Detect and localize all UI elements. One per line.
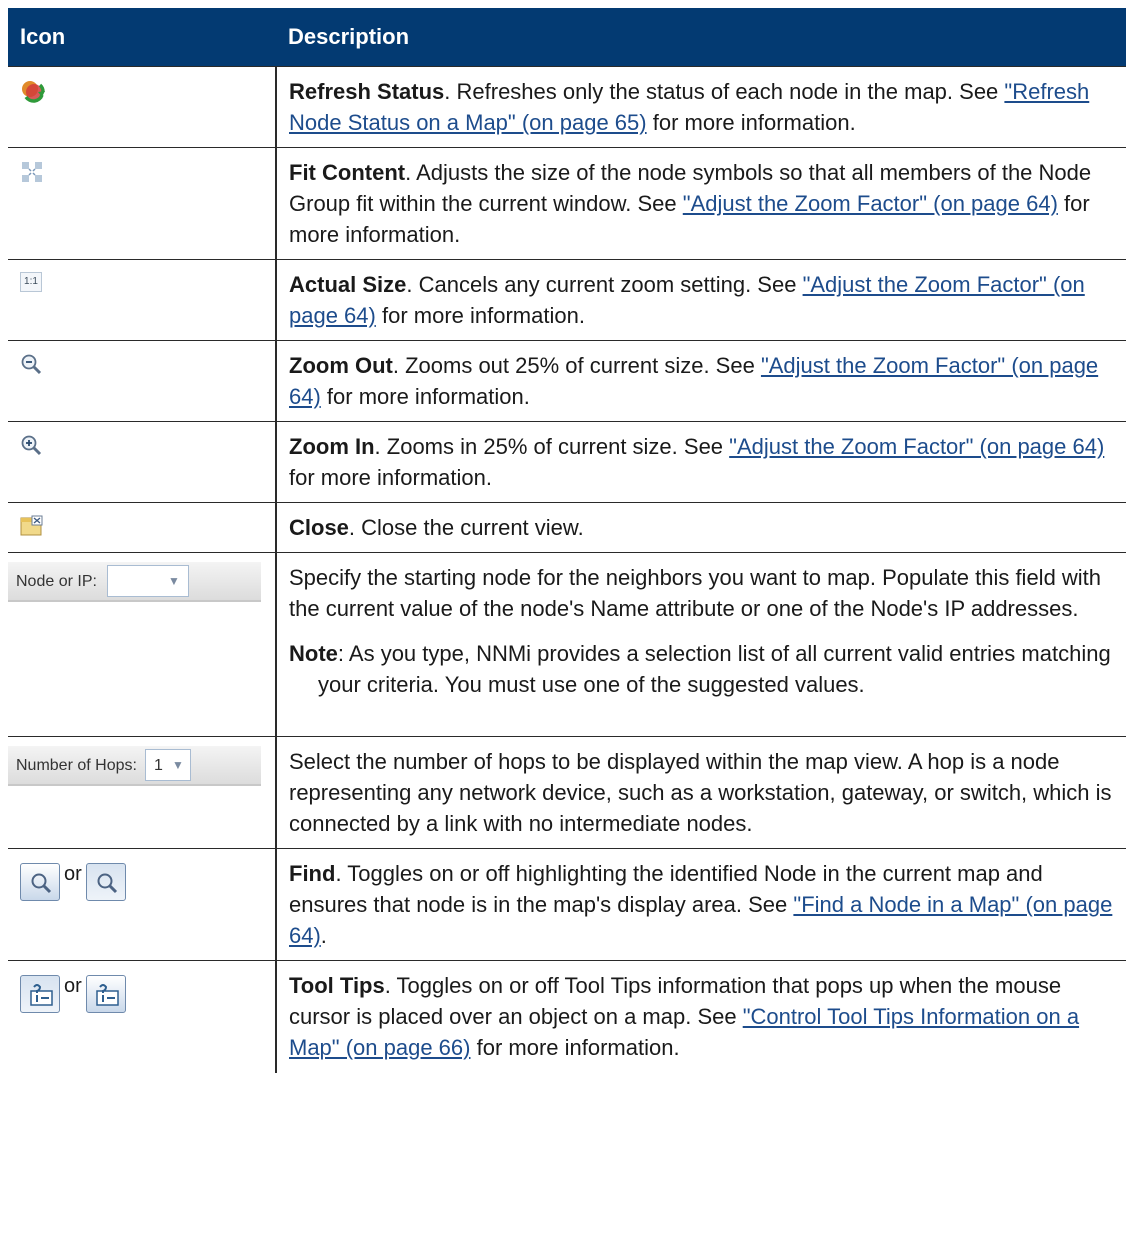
- tool-tips-after: for more information.: [470, 1035, 680, 1060]
- number-of-hops-label: Number of Hops:: [16, 756, 137, 774]
- fit-content-icon: [20, 160, 44, 184]
- actual-size-text: . Cancels any current zoom setting. See: [406, 272, 803, 297]
- chevron-down-icon[interactable]: ▼: [172, 750, 184, 781]
- refresh-status-title: Refresh Status: [289, 79, 445, 104]
- zoom-in-after: for more information.: [289, 465, 492, 490]
- icon-column-header: Icon: [8, 8, 276, 67]
- zoom-in-text: . Zooms in 25% of current size. See: [374, 434, 730, 459]
- node-or-ip-description: Specify the starting node for the neighb…: [276, 552, 1126, 737]
- node-or-ip-control: Node or IP: ▼: [8, 562, 261, 602]
- table-row: Number of Hops: 1 ▼ Select the number of…: [8, 736, 1126, 849]
- table-header-row: Icon Description: [8, 8, 1126, 67]
- number-of-hops-value: 1: [153, 756, 163, 774]
- actual-size-after: for more information.: [375, 303, 585, 328]
- zoom-out-after: for more information.: [320, 384, 530, 409]
- zoom-out-text: . Zooms out 25% of current size. See: [392, 353, 761, 378]
- find-title: Find: [289, 861, 336, 886]
- zoom-in-icon: [20, 434, 44, 458]
- table-row: or Find. Toggles on or off highlighting …: [8, 848, 1126, 961]
- tooltip-icon: [30, 984, 53, 1006]
- number-of-hops-description: Select the number of hops to be displaye…: [276, 736, 1126, 849]
- node-or-ip-note: Note: As you type, NNMi provides a selec…: [289, 638, 1124, 700]
- table-row: Close. Close the current view.: [8, 502, 1126, 553]
- table-row: 1:1 Actual Size. Cancels any current zoo…: [8, 259, 1126, 341]
- table-row: Refresh Status. Refreshes only the statu…: [8, 66, 1126, 148]
- node-or-ip-text: Specify the starting node for the neighb…: [289, 565, 1102, 621]
- adjust-zoom-factor-link[interactable]: "Adjust the Zoom Factor" (on page 64): [729, 434, 1104, 459]
- close-title: Close: [289, 515, 349, 540]
- zoom-out-icon: [20, 353, 44, 377]
- find-button[interactable]: [20, 863, 60, 901]
- table-row: Fit Content. Adjusts the size of the nod…: [8, 147, 1126, 260]
- actual-size-icon: 1:1: [20, 272, 42, 292]
- find-description: Find. Toggles on or off highlighting the…: [276, 848, 1126, 961]
- description-column-header: Description: [276, 8, 1126, 67]
- close-view-icon: [20, 515, 44, 539]
- tool-tips-description: Tool Tips. Toggles on or off Tool Tips i…: [276, 960, 1126, 1073]
- note-text: : As you type, NNMi provides a selection…: [318, 641, 1111, 697]
- search-icon: [31, 873, 52, 894]
- adjust-zoom-factor-link[interactable]: "Adjust the Zoom Factor" (on page 64): [683, 191, 1058, 216]
- zoom-out-title: Zoom Out: [289, 353, 393, 378]
- tool-tips-button-pressed[interactable]: [20, 975, 60, 1013]
- refresh-status-after: for more information.: [646, 110, 856, 135]
- node-or-ip-combo[interactable]: ▼: [106, 565, 189, 597]
- search-icon: [97, 873, 117, 894]
- number-of-hops-control: Number of Hops: 1 ▼: [8, 746, 261, 786]
- table-row: Node or IP: ▼ Specify the starting node …: [8, 552, 1126, 737]
- close-text: . Close the current view.: [348, 515, 584, 540]
- refresh-status-description: Refresh Status. Refreshes only the statu…: [276, 66, 1126, 148]
- table-row: or Tool Tips. Toggles on or off Tool Tip…: [8, 960, 1126, 1073]
- fit-content-title: Fit Content: [289, 160, 406, 185]
- refresh-status-icon: [20, 79, 45, 103]
- number-of-hops-combo[interactable]: 1 ▼: [144, 749, 191, 781]
- node-or-ip-label: Node or IP:: [16, 572, 97, 590]
- find-after: .: [320, 923, 327, 948]
- refresh-status-text: . Refreshes only the status of each node…: [444, 79, 1005, 104]
- actual-size-title: Actual Size: [289, 272, 407, 297]
- zoom-in-description: Zoom In. Zooms in 25% of current size. S…: [276, 421, 1126, 503]
- note-label: Note: [289, 641, 338, 666]
- or-text: or: [64, 863, 82, 885]
- tooltip-icon: [96, 984, 119, 1006]
- zoom-out-description: Zoom Out. Zooms out 25% of current size.…: [276, 340, 1126, 422]
- or-text: or: [64, 975, 82, 997]
- icon-description-table: Icon Description Refresh Status. Refresh…: [8, 8, 1126, 1073]
- table-row: Zoom Out. Zooms out 25% of current size.…: [8, 340, 1126, 422]
- find-button-pressed[interactable]: [85, 863, 126, 901]
- fit-content-description: Fit Content. Adjusts the size of the nod…: [276, 147, 1126, 260]
- close-description: Close. Close the current view.: [276, 502, 1126, 553]
- zoom-in-title: Zoom In: [289, 434, 375, 459]
- tool-tips-title: Tool Tips: [289, 973, 385, 998]
- tool-tips-button[interactable]: [85, 975, 126, 1013]
- actual-size-description: Actual Size. Cancels any current zoom se…: [276, 259, 1126, 341]
- chevron-down-icon[interactable]: ▼: [168, 566, 180, 597]
- number-of-hops-text: Select the number of hops to be displaye…: [289, 749, 1112, 836]
- table-row: Zoom In. Zooms in 25% of current size. S…: [8, 421, 1126, 503]
